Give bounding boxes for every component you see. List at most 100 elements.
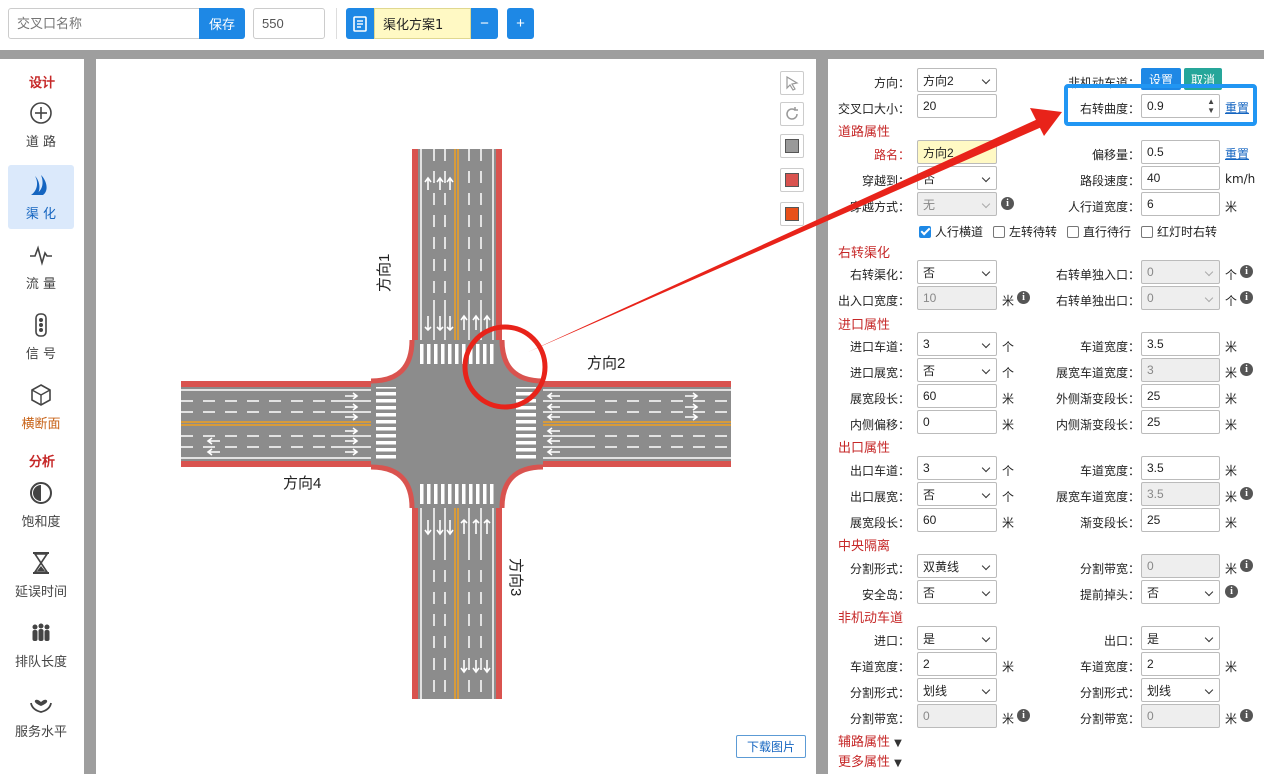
entry-widen-lane-width-input[interactable]: 3 [1141,358,1220,382]
right-ch-select[interactable]: 否 [917,260,997,284]
info-icon[interactable]: i [1001,197,1014,210]
sidebar-item-channelize[interactable]: 渠 化 [8,165,74,229]
curve-label: 右转曲度： [1079,102,1140,116]
exit-lane-width-input[interactable]: 3.5 [1141,456,1220,480]
speed-input[interactable]: 40 [1141,166,1220,190]
road-name-input[interactable]: 方向2 [917,140,997,164]
top-divider [0,50,1264,59]
more-section-toggle[interactable]: 更多属性 ▼ [838,751,902,770]
size-input[interactable]: 20 [917,94,997,118]
uturn-select[interactable]: 否 [1141,580,1220,604]
inner-offset-input[interactable]: 0 [917,410,997,434]
exit-widen-len-input[interactable]: 60 [917,508,997,532]
sidebar-item-delay[interactable]: 延误时间 [8,543,74,607]
nm-out-width-input[interactable]: 2 [1141,652,1220,676]
intersection-name-input[interactable] [8,8,200,39]
median-form-select[interactable]: 双黄线 [917,554,997,578]
download-image-button[interactable]: 下载图片 [736,735,806,758]
curve-value: 0.9 [1147,99,1164,113]
sidewalk-input[interactable]: 6 [1141,192,1220,216]
color-gray-button[interactable] [780,134,804,158]
info-icon[interactable]: i [1240,487,1253,500]
crosswalk-checkbox[interactable]: 人行横道 [919,223,983,240]
refresh-tool-button[interactable] [780,102,804,126]
io-width-input[interactable]: 10 [917,286,997,310]
inner-taper-input[interactable]: 25 [1141,410,1220,434]
entry-lane-width-input[interactable]: 3.5 [1141,332,1220,356]
median-form-label: 分割形式： [849,562,910,576]
save-button[interactable]: 保存 [199,8,245,39]
info-icon[interactable]: i [1240,363,1253,376]
left-wait-checkbox[interactable]: 左转待转 [993,223,1057,240]
right-entry-label: 右转单独入口： [1055,268,1140,282]
number-input[interactable]: 550 [253,8,325,39]
section-analysis: 分析 [28,455,55,470]
entry-lanes-select[interactable]: 3 [917,332,997,356]
unit-count: 个 [1002,340,1015,354]
cross-mode-select[interactable]: 无 [917,192,997,216]
info-icon[interactable]: i [1017,709,1030,722]
offset-reset-link[interactable]: 重置 [1225,145,1249,162]
select-tool-button[interactable] [780,71,804,95]
cancel-button[interactable]: 取消 [1184,68,1222,90]
sidebar-item-road[interactable]: 道 路 [8,93,74,157]
straight-wait-checkbox[interactable]: 直行待行 [1067,223,1131,240]
exit-lanes-select[interactable]: 3 [917,456,997,480]
nm-out-select[interactable]: 是 [1141,626,1220,650]
info-icon[interactable]: i [1017,291,1030,304]
nm-in-width-input[interactable]: 2 [917,652,997,676]
scheme-name[interactable]: 渠化方案1 [374,8,471,39]
color-orange-button[interactable] [780,202,804,226]
traffic-light-icon [35,312,47,337]
unit-meter: 米 [1002,294,1015,308]
curve-reset-link[interactable]: 重置 [1225,99,1249,116]
direction-select[interactable]: 方向2 [917,68,997,92]
right-exit-select[interactable]: 0 [1141,286,1220,310]
unit-count: 个 [1225,268,1238,282]
sidebar-item-service[interactable]: 服务水平 [8,683,74,747]
aux-section-toggle[interactable]: 辅路属性 ▼ [838,731,902,750]
entry-widen-len-input[interactable]: 60 [917,384,997,408]
sidebar-item-queue[interactable]: 排队长度 [8,613,74,677]
sidebar-item-signal[interactable]: 信 号 [8,305,74,369]
info-icon[interactable]: i [1225,585,1238,598]
more-section-title: 更多属性 [838,755,891,770]
info-icon[interactable]: i [1240,709,1253,722]
nm-in-form-label: 分割形式： [849,686,910,700]
remove-scheme-button[interactable]: − [471,8,498,39]
info-icon[interactable]: i [1240,291,1253,304]
hand-heart-icon [30,699,52,713]
nm-in-label: 进口： [873,634,910,648]
island-select[interactable]: 否 [917,580,997,604]
nm-out-form-select[interactable]: 划线 [1141,678,1220,702]
intersection-canvas[interactable]: 方向1 方向2 方向3 方向4 下载图片 [96,59,816,774]
exit-widen-select[interactable]: 否 [917,482,997,506]
nm-in-form-select[interactable]: 划线 [917,678,997,702]
info-icon[interactable]: i [1240,265,1253,278]
set-button[interactable]: 设置 [1141,68,1181,90]
scheme-list-button[interactable] [346,8,374,39]
sidebar-item-cross-section[interactable]: 横断面 [8,375,74,439]
add-scheme-button[interactable]: + [507,8,534,39]
nm-in-select[interactable]: 是 [917,626,997,650]
refresh-icon [786,107,798,120]
median-width-input[interactable]: 0 [1141,554,1220,578]
outer-taper-input[interactable]: 25 [1141,384,1220,408]
exit-taper-input[interactable]: 25 [1141,508,1220,532]
red-right-checkbox[interactable]: 红灯时右转 [1141,223,1217,240]
curve-input[interactable]: 0.9 ▲ ▼ [1141,94,1220,118]
nm-in-split-input[interactable]: 0 [917,704,997,728]
offset-input[interactable]: 0.5 [1141,140,1220,164]
sidebar-item-flow[interactable]: 流 量 [8,235,74,299]
nm-out-split-input[interactable]: 0 [1141,704,1220,728]
info-icon[interactable]: i [1240,559,1253,572]
nm-out-form-label: 分割形式： [1079,686,1140,700]
exit-widen-lane-width-input[interactable]: 3.5 [1141,482,1220,506]
intersection-drawing: 方向1 方向2 方向3 方向4 [181,149,731,699]
spinner-icon[interactable]: ▲ ▼ [1207,97,1215,115]
right-entry-select[interactable]: 0 [1141,260,1220,284]
entry-widen-select[interactable]: 否 [917,358,997,382]
sidebar-item-saturation[interactable]: 饱和度 [8,473,74,537]
color-red-button[interactable] [780,168,804,192]
cross-select[interactable]: 否 [917,166,997,190]
